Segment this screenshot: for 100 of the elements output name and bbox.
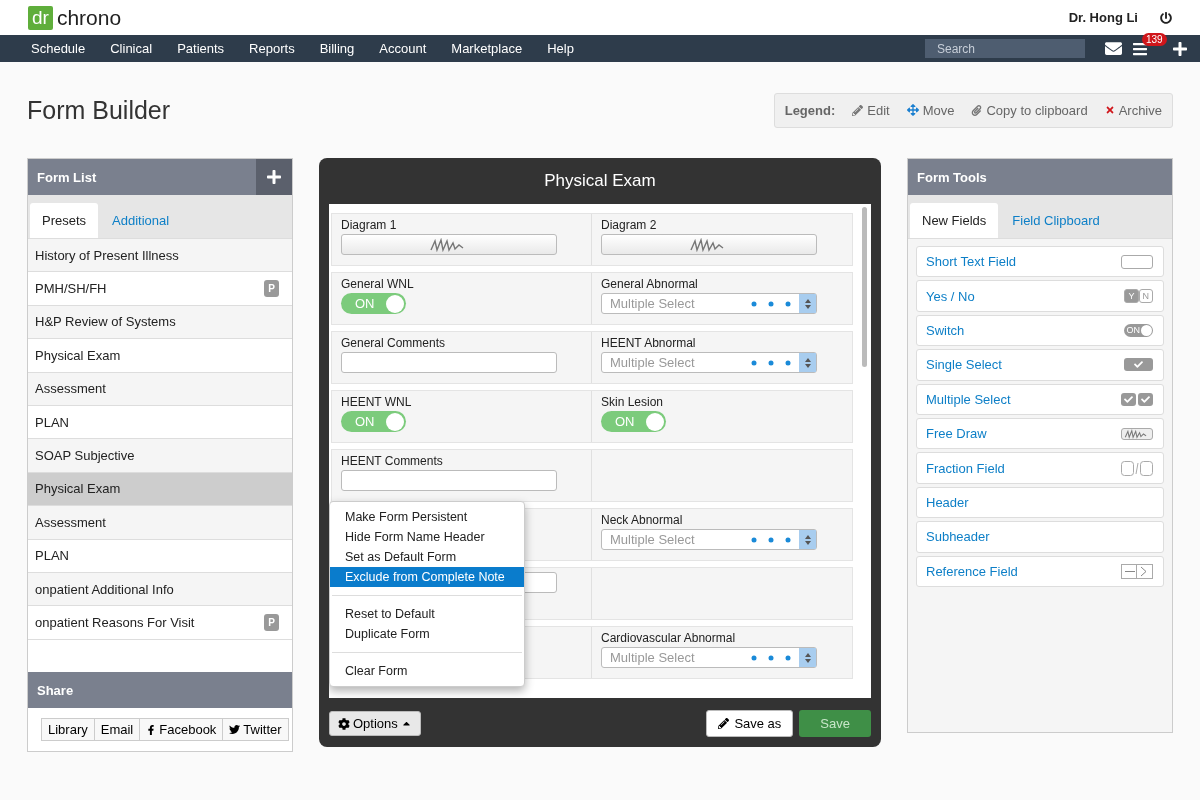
spinner-icon (799, 353, 816, 372)
paperclip-icon (971, 104, 983, 116)
save-as-button[interactable]: Save as (706, 710, 794, 737)
text-field-icon (1121, 254, 1153, 269)
tool-label: Single Select (926, 357, 1002, 373)
nav-link[interactable]: Help (536, 41, 585, 56)
user-name[interactable]: Dr. Hong Li (1068, 10, 1138, 25)
close-icon (1104, 105, 1115, 115)
menu-item[interactable]: Set as Default Form (330, 547, 524, 567)
form-list-item[interactable]: H&P Review of Systems (28, 305, 292, 340)
field-tool-item[interactable]: Yes / No Y N (916, 280, 1164, 312)
move-icon (906, 104, 919, 116)
scrollbar[interactable] (862, 207, 867, 367)
persistent-badge: P (264, 614, 279, 631)
nav-link[interactable]: Billing (308, 41, 366, 56)
field-label: General WNL (341, 277, 415, 291)
tool-label: Multiple Select (926, 391, 1011, 407)
tab[interactable]: Additional (100, 203, 182, 238)
pencil-icon (852, 104, 864, 116)
legend-text: Edit (867, 102, 890, 118)
tool-label: Fraction Field (926, 460, 1005, 476)
field-label: Skin Lesion (601, 395, 665, 409)
tool-label: Switch (926, 322, 965, 338)
text-input[interactable] (341, 470, 557, 491)
share-button[interactable]: Library (41, 718, 95, 741)
drawing-field[interactable] (341, 234, 557, 255)
field-tool-item[interactable]: Short Text Field (916, 246, 1164, 278)
tool-label: Reference Field (926, 563, 1018, 579)
facebook-icon (146, 724, 157, 735)
form-name: onpatient Reasons For Visit (35, 615, 195, 630)
form-list-item[interactable]: Assessment (28, 506, 292, 540)
tool-label: Short Text Field (926, 254, 1017, 270)
field-label: General Abnormal (601, 277, 699, 291)
field-label: Neck Abnormal (601, 513, 684, 527)
legend-text: Move (922, 102, 955, 118)
menu-item[interactable]: Exclude from Complete Note (330, 567, 524, 587)
panel-title: Form Tools (916, 169, 987, 185)
switch-icon: ON (1123, 323, 1153, 337)
nav-link[interactable]: Marketplace (440, 41, 534, 56)
scribble-icon (1121, 427, 1153, 440)
form-list-item[interactable]: onpatient Additional Info (28, 572, 292, 607)
reference-icon (1121, 563, 1153, 579)
tab[interactable]: New Fields (910, 203, 999, 238)
add-button[interactable] (256, 159, 292, 195)
dots-icon (751, 300, 791, 307)
menu-item[interactable]: Hide Form Name Header (330, 527, 524, 547)
field-tool-item[interactable]: Switch ON (916, 314, 1164, 347)
field-tool-item[interactable]: Multiple Select (916, 383, 1164, 415)
field-label: HEENT Abnormal (601, 336, 697, 350)
field-tool-item[interactable]: Subheader (916, 521, 1164, 553)
share-button[interactable]: Email (93, 718, 141, 741)
power-icon[interactable] (1160, 11, 1172, 24)
menu-item[interactable]: Duplicate Form (330, 624, 524, 644)
field-tool-item[interactable]: Fraction Field (916, 452, 1164, 484)
field-tool-item[interactable]: Reference Field (916, 555, 1164, 587)
add-icon[interactable] (1172, 40, 1188, 57)
field-label: HEENT Comments (341, 454, 444, 468)
tool-label: Header (926, 494, 969, 510)
field-tool-item[interactable]: Single Select (916, 349, 1164, 381)
pencil-icon (718, 718, 730, 729)
spinner-icon (799, 648, 816, 667)
form-name: PLAN (35, 414, 69, 430)
mail-icon[interactable] (1105, 40, 1122, 57)
dots-icon (751, 359, 791, 366)
legend-text: Archive (1118, 102, 1162, 118)
legend-text: Copy to clipboard (986, 102, 1088, 118)
form-name: Assessment (35, 514, 106, 530)
field-label: Cardiovascular Abnormal (601, 631, 737, 645)
nav-link[interactable]: Schedule (20, 41, 97, 56)
logo-badge: dr (28, 5, 53, 30)
form-name: Physical Exam (35, 347, 121, 363)
search-field[interactable]: Search (925, 39, 1085, 58)
options-button[interactable]: Options (329, 711, 421, 736)
form-name: Assessment (35, 381, 106, 397)
panel-title: Share (36, 682, 74, 698)
nav-link[interactable]: Clinical (99, 41, 164, 56)
menu-item[interactable]: Clear Form (330, 661, 524, 681)
form-list-item[interactable]: Assessment (28, 372, 292, 406)
field-tool-item[interactable]: Header (916, 486, 1164, 519)
nav-link[interactable]: Reports (238, 41, 306, 56)
field-tool-item[interactable]: Free Draw (916, 417, 1164, 450)
field-label: Diagram 1 (341, 218, 398, 232)
form-name: onpatient Additional Info (35, 581, 174, 597)
double-checkmark-icon (1121, 392, 1153, 406)
drawing-field[interactable] (601, 234, 817, 255)
form-title: Physical Exam (543, 170, 657, 192)
menu-item[interactable]: Reset to Default (330, 604, 524, 624)
form-list-item[interactable]: History of Present Illness (28, 239, 292, 273)
form-list-item[interactable]: Physical Exam (28, 472, 292, 507)
menu-item[interactable]: Make Form Persistent (330, 507, 524, 527)
form-list-item[interactable]: SOAP Subjective (28, 439, 292, 473)
menu-icon[interactable] (1132, 40, 1148, 57)
text-input[interactable] (341, 352, 557, 373)
nav-link[interactable]: Patients (166, 41, 236, 56)
nav-link[interactable]: Account (368, 41, 438, 56)
tab[interactable]: Field Clipboard (1000, 203, 1112, 238)
spinner-icon (799, 294, 816, 313)
tab[interactable]: Presets (30, 203, 99, 238)
share-button[interactable]: Facebook (139, 718, 224, 741)
share-button[interactable]: Twitter (222, 718, 289, 741)
